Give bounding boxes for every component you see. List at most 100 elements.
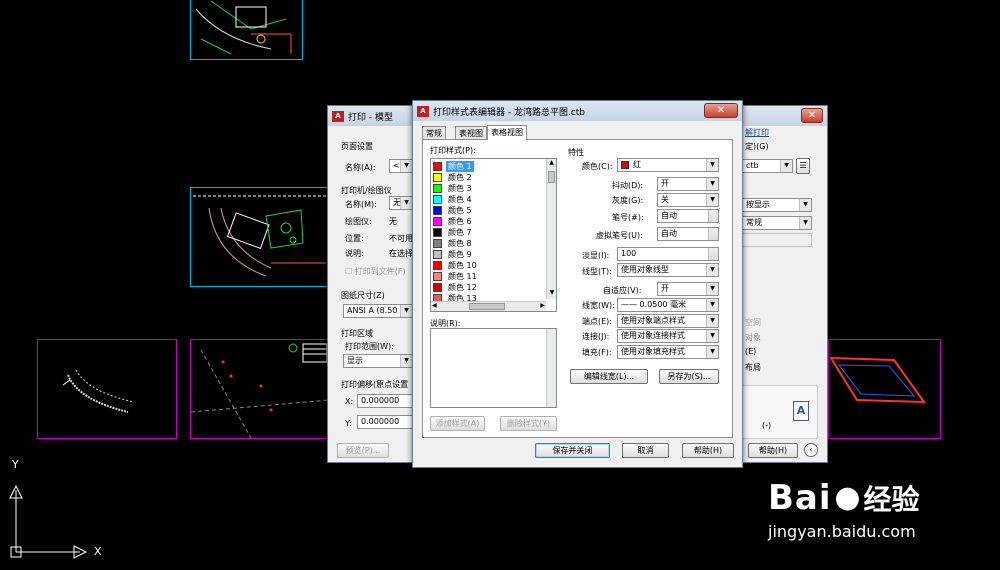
- shaded-viewport-select[interactable]: 按显示: [742, 198, 812, 212]
- top-viewport: [190, 0, 303, 60]
- lineweight-label: 线宽(W):: [582, 301, 615, 310]
- baidu-brand-cn: 经验: [863, 483, 920, 516]
- pen-number-label: 笔号(#):: [612, 213, 644, 222]
- virtual-pen-spinner[interactable]: 自动: [657, 227, 719, 241]
- desc-scrollbar[interactable]: [546, 329, 556, 407]
- printer-group-label: 打印机/绘图仪: [341, 186, 392, 195]
- collapse-circle-icon[interactable]: ‹: [804, 443, 818, 457]
- printer-name-select[interactable]: 无: [389, 196, 413, 210]
- description-value: 在选择: [389, 249, 413, 258]
- offset-y-input[interactable]: 0.000000: [357, 415, 413, 429]
- print-dialog-title: 打印 - 模型: [348, 112, 393, 123]
- endcap-select[interactable]: 使用对象端点样式: [617, 314, 719, 328]
- linetype-select[interactable]: 使用对象线型: [617, 263, 719, 277]
- print-to-file-label: 打印到文件(F): [354, 267, 406, 276]
- fill-select[interactable]: 使用对象填充样式: [617, 345, 719, 359]
- preview-button[interactable]: 预览(P)...: [337, 443, 389, 458]
- color-swatch-icon: [433, 206, 442, 215]
- paper-size-select[interactable]: ANSI A (8.50 x 1: [343, 304, 413, 318]
- scroll-right-arrow[interactable]: ▶: [540, 302, 545, 309]
- add-style-button[interactable]: 添加样式(A): [430, 416, 485, 431]
- orientation-icon: A: [793, 401, 809, 421]
- pen-number-spinner[interactable]: 自动: [657, 209, 719, 223]
- join-select[interactable]: 使用对象连接样式: [617, 329, 719, 343]
- baidu-watermark: Bai ● 经验 jingyan.baidu.com: [768, 478, 968, 548]
- plot-style-item[interactable]: 颜色 11: [433, 271, 543, 282]
- bottom-right-viewport: [828, 339, 941, 439]
- tab-general[interactable]: 常规: [422, 126, 446, 140]
- color-swatch-icon: [433, 162, 442, 171]
- print-to-file-checkbox[interactable]: ☐ 打印到文件(F): [345, 266, 406, 277]
- plot-style-item[interactable]: 颜色 5: [433, 205, 543, 216]
- plot-style-item[interactable]: 颜色 1: [433, 161, 543, 172]
- plot-style-item[interactable]: 颜色 10: [433, 260, 543, 271]
- plot-style-item[interactable]: 颜色 8: [433, 238, 543, 249]
- plot-area-label: 打印区域: [341, 329, 373, 338]
- list-horizontal-scrollbar[interactable]: ◀ ▶: [431, 301, 546, 311]
- plot-range-label: 打印范围(W):: [345, 342, 394, 351]
- plot-style-name: 颜色 11: [448, 272, 477, 281]
- plot-range-select[interactable]: 显示: [343, 354, 413, 368]
- h-scroll-thumb[interactable]: [469, 303, 505, 310]
- save-as-button[interactable]: 另存为(S)...: [659, 369, 719, 384]
- print-close-button[interactable]: ✕: [801, 108, 823, 123]
- road-drawing: [62, 369, 135, 413]
- scroll-thumb[interactable]: [548, 171, 555, 183]
- style-description-textarea[interactable]: [430, 328, 557, 408]
- plot-style-item[interactable]: 颜色 9: [433, 249, 543, 260]
- adaptive-select[interactable]: 开: [657, 282, 719, 296]
- color-select[interactable]: 红: [617, 158, 719, 172]
- grayscale-select[interactable]: 关: [657, 193, 719, 207]
- properties-label: 特性: [568, 148, 584, 157]
- join-label: 连接(J):: [582, 332, 610, 341]
- virtual-pen-label: 虚拟笔号(U):: [596, 231, 643, 240]
- plot-style-item[interactable]: 颜色 7: [433, 227, 543, 238]
- screening-spinner[interactable]: 100: [617, 247, 719, 261]
- hide-objects-option[interactable]: 对象: [745, 332, 761, 343]
- scroll-down-arrow[interactable]: ▼: [547, 289, 557, 299]
- layout-option[interactable]: 布局: [745, 362, 761, 373]
- lineweight-select[interactable]: —— 0.0500 毫米: [617, 298, 719, 312]
- plot-style-item[interactable]: 颜色 3: [433, 183, 543, 194]
- save-and-close-button[interactable]: 保存并关闭: [535, 443, 610, 458]
- print-help-button[interactable]: 帮助(H): [748, 443, 798, 458]
- editor-close-button[interactable]: ✕: [704, 103, 738, 118]
- plot-style-item[interactable]: 颜色 12: [433, 282, 543, 293]
- editor-help-button[interactable]: 帮助(H): [682, 443, 734, 458]
- plot-style-name: 颜色 9: [448, 250, 472, 259]
- plotter-value: 无: [389, 217, 397, 226]
- page-setup-name-select[interactable]: <无>: [389, 159, 413, 173]
- location-label: 位置:: [345, 234, 364, 243]
- baidu-paw-icon: ●: [834, 480, 861, 515]
- ucs-x-label: X: [94, 545, 102, 558]
- plotter-label: 绘图仪:: [345, 217, 372, 226]
- stamp-option[interactable]: (E): [745, 347, 756, 356]
- plot-style-item[interactable]: 颜色 6: [433, 216, 543, 227]
- list-vertical-scrollbar[interactable]: ▲ ▼: [546, 159, 556, 299]
- color-swatch-icon: [433, 283, 442, 292]
- editor-cancel-button[interactable]: 取消: [622, 443, 669, 458]
- plot-style-table-select[interactable]: ctb: [742, 159, 793, 173]
- editor-titlebar[interactable]: A 打印样式表编辑器 - 龙湾路总平图.ctb ✕: [413, 101, 742, 121]
- tab-form-view[interactable]: 表格视图: [487, 125, 527, 140]
- offset-y-label: Y:: [345, 419, 352, 428]
- plot-style-item[interactable]: 颜色 4: [433, 194, 543, 205]
- scroll-left-arrow[interactable]: ◀: [432, 302, 437, 309]
- scroll-up-arrow[interactable]: ▲: [547, 159, 556, 169]
- plot-style-list[interactable]: 颜色 1 颜色 2 颜色 3 颜色 4 颜色 5 颜色 6 颜色 7 颜色 8 颜色 9 颜色 1…: [430, 158, 557, 312]
- plot-style-name: 颜色 7: [448, 228, 472, 237]
- quality-select[interactable]: 常规: [742, 216, 812, 230]
- offset-x-input[interactable]: 0.000000: [357, 394, 413, 408]
- middle-viewport: [190, 187, 330, 287]
- tab-table-view[interactable]: 表视图: [455, 126, 487, 140]
- plot-style-item[interactable]: 颜色 2: [433, 172, 543, 183]
- delete-style-button[interactable]: 删除样式(Y): [500, 416, 557, 431]
- dither-select[interactable]: 开: [657, 177, 719, 191]
- autocad-icon: A: [417, 105, 429, 117]
- page-setup-label: 页面设置: [341, 142, 373, 151]
- page-setup-name-label: 名称(A):: [345, 163, 376, 172]
- edit-lineweights-button[interactable]: 编辑线宽(L)...: [570, 369, 648, 384]
- edit-plot-style-button[interactable]: ☰: [796, 158, 810, 174]
- paperspace-option[interactable]: 空间: [745, 317, 761, 328]
- print-link[interactable]: 解打印: [745, 127, 769, 138]
